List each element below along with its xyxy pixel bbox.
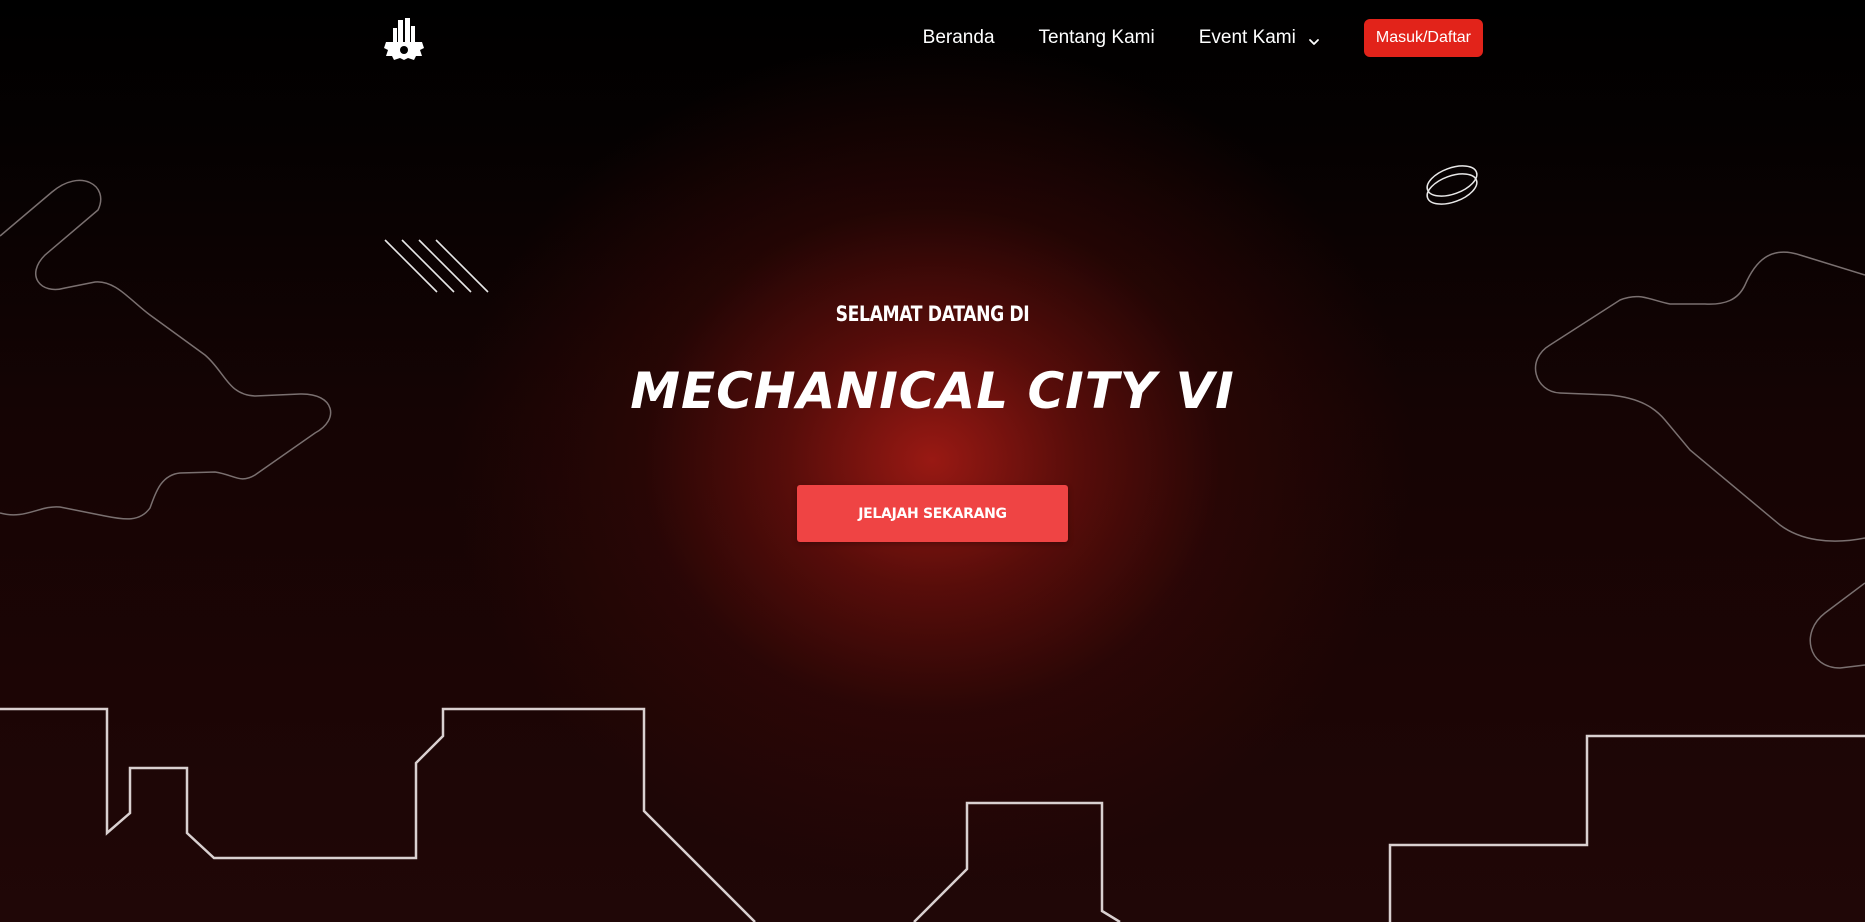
explore-now-button[interactable]: JELAJAH SEKARANG	[797, 485, 1068, 542]
nav-links: Beranda Tentang Kami Event Kami Masuk/Da…	[923, 19, 1483, 57]
event-title: MECHANICAL CITY VI	[630, 362, 1235, 420]
city-skyline-outline-center	[913, 801, 1121, 922]
right-blob-outline-lower	[1809, 582, 1865, 669]
navbar: Beranda Tentang Kami Event Kami Masuk/Da…	[0, 0, 1865, 80]
nav-item-label: Tentang Kami	[1038, 27, 1155, 48]
city-gear-logo-icon[interactable]	[382, 18, 426, 60]
decorative-background-lines	[0, 165, 1865, 922]
nav-item-tentang-kami[interactable]: Tentang Kami	[1039, 27, 1155, 49]
city-skyline-outline	[0, 707, 756, 922]
nav-item-beranda[interactable]: Beranda	[923, 27, 995, 49]
ring-icon	[1426, 165, 1478, 205]
diagonal-lines-icon	[384, 239, 489, 293]
left-blob-outline	[0, 179, 332, 520]
landing-page: Beranda Tentang Kami Event Kami Masuk/Da…	[0, 0, 1865, 922]
nav-item-label: Beranda	[922, 27, 995, 48]
login-register-button[interactable]: Masuk/Daftar	[1363, 19, 1483, 57]
chevron-down-icon	[1308, 32, 1320, 45]
nav-item-event-kami[interactable]: Event Kami	[1199, 27, 1320, 49]
city-skyline-outline-right	[1388, 734, 1865, 922]
welcome-heading: SELAMAT DATANG DI	[835, 302, 1030, 326]
nav-item-label: Event Kami	[1198, 27, 1296, 48]
